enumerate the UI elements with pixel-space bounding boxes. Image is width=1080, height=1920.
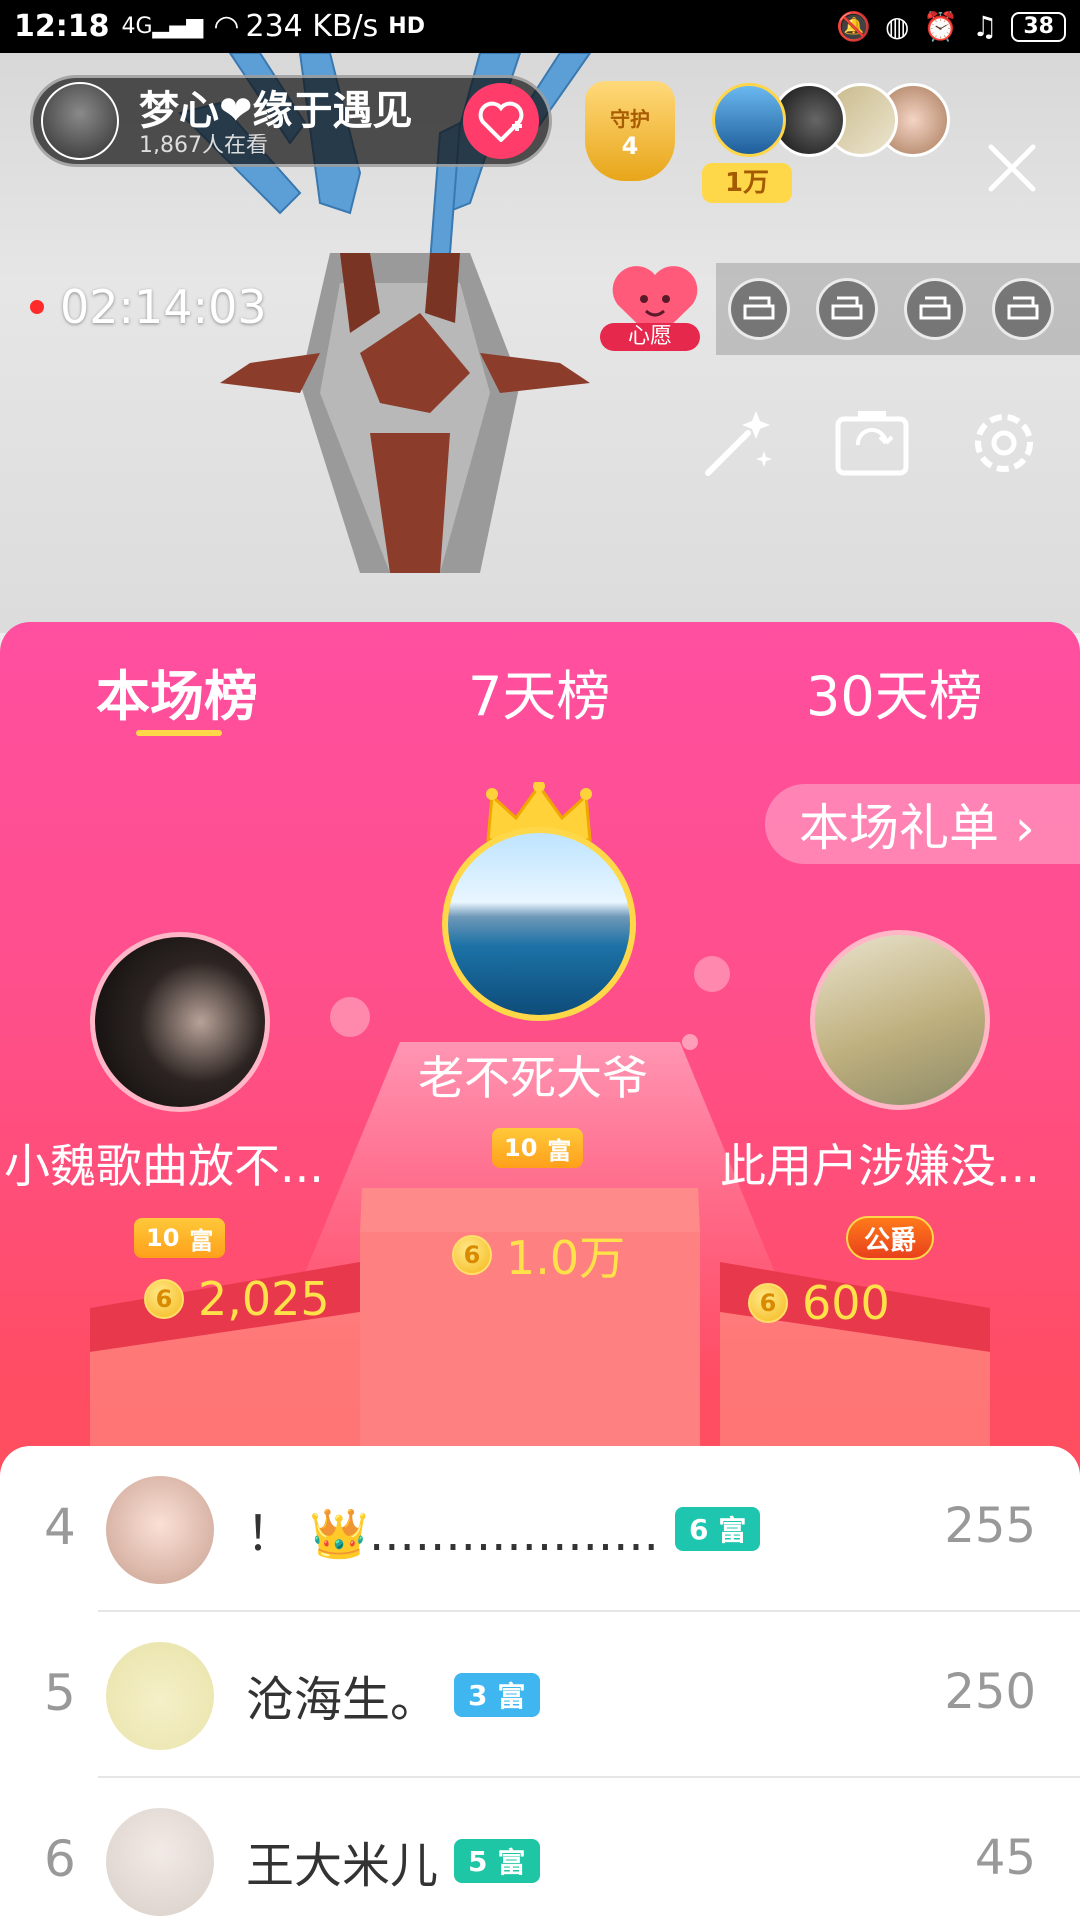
network-speed: 234 KB/s: [245, 9, 379, 44]
hd-icon: HD: [388, 14, 425, 39]
headphones-icon: ♫: [972, 10, 998, 43]
flip-camera-icon[interactable]: [832, 403, 912, 483]
host-avatar[interactable]: [41, 82, 119, 160]
podium-coins-1: 6 1.0万: [452, 1222, 625, 1288]
empty-seat-icon[interactable]: [904, 278, 966, 340]
viewer-avatar[interactable]: [712, 83, 786, 157]
live-video-view[interactable]: 梦心❤缘于遇见 1,867人在看 守护 4 1万 02:14:03 心愿: [0, 53, 1080, 633]
status-bar: 12:18 4G▂▄▆ ◠ 234 KB/s HD 🔕 ◍ ⏰ ♫ 38: [0, 0, 1080, 53]
score: 250: [944, 1664, 1036, 1720]
user-avatar[interactable]: [106, 1808, 214, 1916]
podium-avatar-1[interactable]: [442, 827, 636, 1021]
rank-number: 6: [44, 1830, 76, 1888]
host-name: 梦心❤缘于遇见: [139, 88, 413, 134]
tab-this-show[interactable]: 本场榜: [96, 652, 258, 731]
active-tab-underline: [136, 730, 222, 736]
mute-icon: 🔕: [836, 10, 871, 43]
guard-label: 守护: [610, 106, 650, 131]
follow-heart-button[interactable]: [463, 83, 539, 159]
guest-seats: [716, 263, 1080, 355]
podium-name-1: 老不死大爷: [418, 1051, 648, 1105]
wifi-icon: ◠: [213, 9, 240, 44]
heart-plus-icon: [478, 101, 524, 142]
wish-label: 心愿: [600, 323, 700, 351]
score: 45: [974, 1830, 1036, 1886]
viewer-count: 1,867人在看: [139, 134, 268, 154]
live-timer-text: 02:14:03: [60, 280, 267, 334]
rank-number: 4: [44, 1498, 76, 1556]
alarm-icon: ⏰: [923, 10, 959, 43]
user-name: 王大米儿: [246, 1838, 439, 1894]
empty-seat-icon[interactable]: [728, 278, 790, 340]
guard-badge[interactable]: 守护 4: [585, 81, 675, 181]
podium-name-3: 此用户涉嫌没...: [720, 1139, 1040, 1193]
guard-count: 4: [621, 131, 639, 160]
cellular-signal-icon: 4G▂▄▆: [121, 14, 204, 39]
podium-coins-2: 6 2,025: [144, 1272, 330, 1326]
recording-dot-icon: [30, 300, 44, 314]
list-item[interactable]: 6 王大米儿 5富 45: [0, 1778, 1080, 1920]
coin-icon: 6: [144, 1279, 184, 1319]
lock-icon: ◍: [884, 10, 910, 43]
podium-name-2: 小魏歌曲放不...: [4, 1139, 324, 1193]
user-name-row: 沧海生。 3富: [246, 1660, 540, 1730]
user-name: 沧海生。: [246, 1672, 439, 1728]
user-name-row: ！ 👑................... 6富: [246, 1494, 761, 1564]
rich-level-badge: 10 富: [134, 1218, 226, 1258]
gift-list-button[interactable]: 本场礼单 ›: [765, 784, 1080, 864]
tab-30-days[interactable]: 30天榜: [806, 652, 983, 731]
host-info-pill[interactable]: 梦心❤缘于遇见 1,867人在看: [30, 75, 552, 167]
podium-coins-3: 6 600: [748, 1276, 890, 1330]
user-name: ！ 👑...................: [246, 1506, 659, 1562]
close-icon[interactable]: [985, 141, 1039, 195]
coin-icon: 6: [452, 1235, 492, 1275]
rich-level-badge: 5富: [454, 1839, 540, 1883]
user-avatar[interactable]: [106, 1642, 214, 1750]
ranking-tabs: 本场榜 7天榜 30天榜: [0, 622, 1080, 742]
rich-level-badge: 10 富: [492, 1128, 584, 1168]
ranking-list: 4 ！ 👑................... 6富 255 5 沧海生。 3…: [0, 1446, 1080, 1920]
live-timer: 02:14:03: [30, 280, 267, 334]
empty-seat-icon[interactable]: [816, 278, 878, 340]
list-item[interactable]: 4 ！ 👑................... 6富 255: [0, 1446, 1080, 1612]
coin-icon: 6: [748, 1283, 788, 1323]
podium-avatar-2[interactable]: [90, 932, 270, 1112]
tab-7-days[interactable]: 7天榜: [468, 652, 610, 731]
battery-icon: 38: [1011, 11, 1066, 42]
status-time: 12:18: [14, 9, 110, 44]
user-avatar[interactable]: [106, 1476, 214, 1584]
rich-level-badge: 6富: [674, 1507, 761, 1551]
empty-seat-icon[interactable]: [992, 278, 1054, 340]
settings-gear-icon[interactable]: [964, 403, 1044, 483]
score: 255: [944, 1498, 1036, 1554]
duke-badge: 公爵: [846, 1216, 935, 1260]
beauty-wand-icon[interactable]: [698, 403, 778, 483]
user-name-row: 王大米儿 5富: [246, 1826, 540, 1896]
rank-number: 5: [44, 1664, 76, 1722]
list-item[interactable]: 5 沧海生。 3富 250: [0, 1612, 1080, 1778]
top-viewer-contribution-tag: 1万: [702, 163, 792, 203]
rich-level-badge: 3富: [454, 1673, 540, 1717]
podium-avatar-3[interactable]: [810, 930, 990, 1110]
